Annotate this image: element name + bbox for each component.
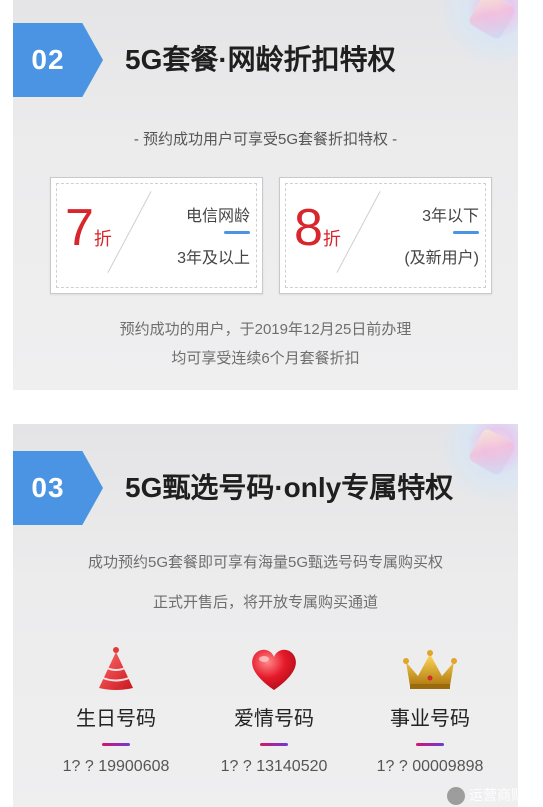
crown-icon — [403, 650, 457, 689]
watermark: 运营商财经 — [447, 785, 539, 805]
number-label: 事业号码 — [390, 708, 470, 730]
heart-icon — [252, 649, 296, 690]
section-number-tab: 02 — [13, 23, 103, 97]
section-number: 03 — [31, 472, 65, 503]
discount-card-7: 7折 电信网龄 3年及以上 — [50, 177, 263, 294]
number-label: 生日号码 — [76, 708, 156, 730]
section-header: 02 5G套餐·网龄折扣特权 — [13, 23, 518, 97]
section-title: 5G套餐·网龄折扣特权 — [125, 44, 396, 75]
discount-card-8: 8折 3年以下 (及新用户) — [279, 177, 492, 294]
number-value: 1? ? 13140520 — [220, 758, 328, 775]
notice-line: 均可享受连续6个月套餐折扣 — [171, 350, 360, 367]
discount-value: 8折 — [294, 199, 341, 257]
number-value: 1? ? 19900608 — [62, 758, 170, 775]
number-section: 03 5G甄选号码·only专属特权 成功预约5G套餐即可享有海量5G甄选号码专… — [13, 424, 518, 807]
number-item-love[interactable]: 爱情号码 1? ? 13140520 — [204, 646, 344, 776]
notice-line: 预约成功的用户，于2019年12月25日前办理 — [119, 321, 412, 338]
card-condition-detail: 3年及以上 — [177, 250, 250, 267]
section-number: 02 — [31, 44, 65, 75]
card-condition: 3年以下 — [422, 208, 479, 225]
card-condition-detail: (及新用户) — [404, 250, 479, 267]
number-value: 1? ? 00009898 — [376, 758, 484, 775]
section-number-tab: 03 — [13, 451, 103, 525]
number-item-career[interactable]: 事业号码 1? ? 00009898 — [360, 646, 500, 776]
card-condition: 电信网龄 — [185, 208, 250, 225]
number-label: 爱情号码 — [234, 708, 314, 730]
number-item-birthday[interactable]: 生日号码 1? ? 19900608 — [46, 646, 186, 776]
watermark-logo-icon — [447, 787, 465, 805]
section-desc: 正式开售后，将开放专属购买通道 — [152, 594, 378, 611]
party-hat-icon — [99, 647, 133, 690]
section-subtitle: - 预约成功用户可享受5G套餐折扣特权 - — [133, 131, 398, 148]
discount-value: 7折 — [65, 199, 112, 257]
section-title: 5G甄选号码·only专属特权 — [125, 472, 454, 503]
section-header: 03 5G甄选号码·only专属特权 — [13, 451, 518, 525]
discount-section: 02 5G套餐·网龄折扣特权 - 预约成功用户可享受5G套餐折扣特权 - 7折 … — [13, 0, 518, 390]
section-desc: 成功预约5G套餐即可享有海量5G甄选号码专属购买权 — [87, 554, 444, 571]
